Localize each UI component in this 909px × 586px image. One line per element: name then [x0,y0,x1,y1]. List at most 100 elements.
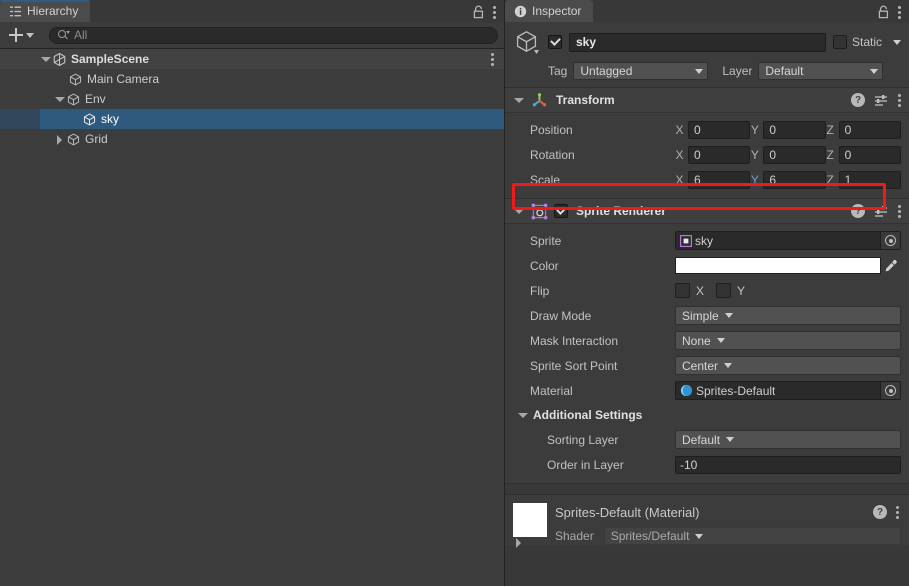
gameobject-cube-icon [66,132,81,147]
rotation-z-input[interactable]: 0 [838,145,901,164]
twisty-icon[interactable] [513,206,524,217]
help-icon[interactable]: ? [851,204,865,218]
sorting-layer-row: Sorting Layer Default [505,427,901,452]
transform-header[interactable]: Transform ? [505,88,909,113]
create-gameobject-button[interactable] [6,28,37,42]
scale-y-input[interactable]: 6 [763,170,826,189]
additional-settings-label: Additional Settings [533,408,643,422]
help-icon[interactable]: ? [873,505,887,519]
material-preview-details: Sprites-Default (Material) Shader Sprite… [555,503,901,545]
chevron-down-icon [716,338,725,343]
chevron-down-icon [724,313,733,318]
scene-context-menu-icon[interactable] [491,52,494,66]
eyedropper-button[interactable] [881,256,901,275]
inspector-panel: Inspector sky Static Tag Untagged Layer … [505,0,909,586]
hierarchy-row-samplescene[interactable]: SampleScene [0,49,504,69]
sprite-renderer-enabled-checkbox[interactable] [554,204,568,218]
row-indent [0,89,40,109]
inspector-menu-icon[interactable] [898,5,901,19]
transform-menu-icon[interactable] [898,93,901,107]
shader-label: Shader [555,529,594,543]
flip-toggles: X Y [675,283,901,298]
material-shader-row: Shader Sprites/Default [555,527,901,545]
row-indent [0,109,40,129]
sprite-renderer-header[interactable]: Sprite Renderer ? [505,199,909,224]
scale-x-input[interactable]: 6 [688,170,751,189]
position-y-input[interactable]: 0 [763,120,826,139]
shader-dropdown[interactable]: Sprites/Default [603,527,901,545]
help-icon[interactable]: ? [851,93,865,107]
chevron-down-icon [870,68,879,74]
twisty-icon[interactable] [54,94,65,105]
material-twisty-icon[interactable] [513,537,524,548]
transform-component: Transform ? Position X 0 Y 0 Z 0 Rotatio… [505,88,909,199]
rotation-x-input[interactable]: 0 [688,145,751,164]
tab-inspector[interactable]: Inspector [505,0,594,22]
sprite-sort-point-dropdown[interactable]: Center [675,356,901,375]
sprite-object-field[interactable]: sky [675,231,901,250]
layer-dropdown[interactable]: Default [758,62,884,80]
preset-icon[interactable] [874,205,889,218]
sprite-label: Sprite [530,233,562,248]
order-in-layer-input[interactable]: -10 [675,455,901,474]
hierarchy-menu-icon[interactable] [493,5,496,19]
lock-icon[interactable] [472,5,485,19]
color-swatch[interactable] [675,257,881,274]
sprite-object-picker-button[interactable] [880,232,900,249]
material-menu-icon[interactable] [896,505,899,519]
order-in-layer-row: Order in Layer -10 [505,452,901,477]
material-object-picker-button[interactable] [880,382,900,399]
axis-z-label: Z [826,172,834,187]
flip-y-checkbox[interactable] [716,283,732,298]
sprite-sort-point-row: Sprite Sort Point Center [505,353,901,378]
tag-dropdown[interactable]: Untagged [573,62,709,80]
gameobject-name-field[interactable]: sky [569,32,826,52]
rotation-y-input[interactable]: 0 [763,145,826,164]
draw-mode-dropdown[interactable]: Simple [675,306,901,325]
gameobject-icon [513,28,541,56]
axis-x-label: X [675,122,684,137]
flip-label: Flip [530,283,550,298]
hierarchy-search-field[interactable]: All [49,26,498,44]
gameobject-enabled-checkbox[interactable] [548,35,562,49]
sprite-renderer-component: Sprite Renderer ? Sprite sky Color Flip … [505,199,909,484]
hierarchy-row-sky[interactable]: sky [0,109,504,129]
chevron-down-icon [695,68,704,74]
material-object-field[interactable]: Sprites-Default [675,381,901,400]
material-preview-block: Sprites-Default (Material) Shader Sprite… [505,494,909,548]
material-preview-title: Sprites-Default (Material) [555,505,700,520]
rotation-y: Y 0 [750,145,826,164]
static-dropdown-arrow-icon[interactable] [893,39,901,45]
material-label: Material [530,383,573,398]
info-icon [514,5,527,18]
material-asset-icon [680,384,693,397]
tab-hierarchy[interactable]: Hierarchy [0,0,91,22]
twisty-icon[interactable] [517,410,528,421]
object-picker-icon [885,235,896,246]
static-checkbox[interactable] [832,35,847,49]
mask-interaction-dropdown[interactable]: None [675,331,901,350]
flip-x-checkbox[interactable] [675,283,690,298]
sorting-layer-dropdown[interactable]: Default [675,430,901,449]
position-x-input[interactable]: 0 [688,120,751,139]
hierarchy-row-grid[interactable]: Grid [0,129,504,149]
scale-z-input[interactable]: 1 [838,170,901,189]
twisty-icon[interactable] [513,95,524,106]
hierarchy-search-placeholder: All [74,28,88,42]
chevron-down-icon [724,363,733,368]
preset-icon[interactable] [874,94,889,107]
tab-hierarchy-label: Hierarchy [27,4,79,18]
hierarchy-row-main-camera[interactable]: Main Camera [0,69,504,89]
hierarchy-row-env[interactable]: Env [0,89,504,109]
twisty-icon[interactable] [40,54,51,65]
twisty-icon[interactable] [54,134,65,145]
position-z-input[interactable]: 0 [838,120,901,139]
sprite-renderer-menu-icon[interactable] [898,204,901,218]
scale-x: X 6 [675,170,751,189]
additional-settings-foldout[interactable]: Additional Settings [505,403,901,427]
transform-body: Position X 0 Y 0 Z 0 Rotation X 0 Y 0 Z … [505,113,909,198]
static-control[interactable]: Static [832,35,901,49]
scale-label: Scale [530,172,561,187]
inspector-body: sky Static Tag Untagged Layer Default Tr… [505,22,909,586]
lock-icon[interactable] [877,5,890,19]
